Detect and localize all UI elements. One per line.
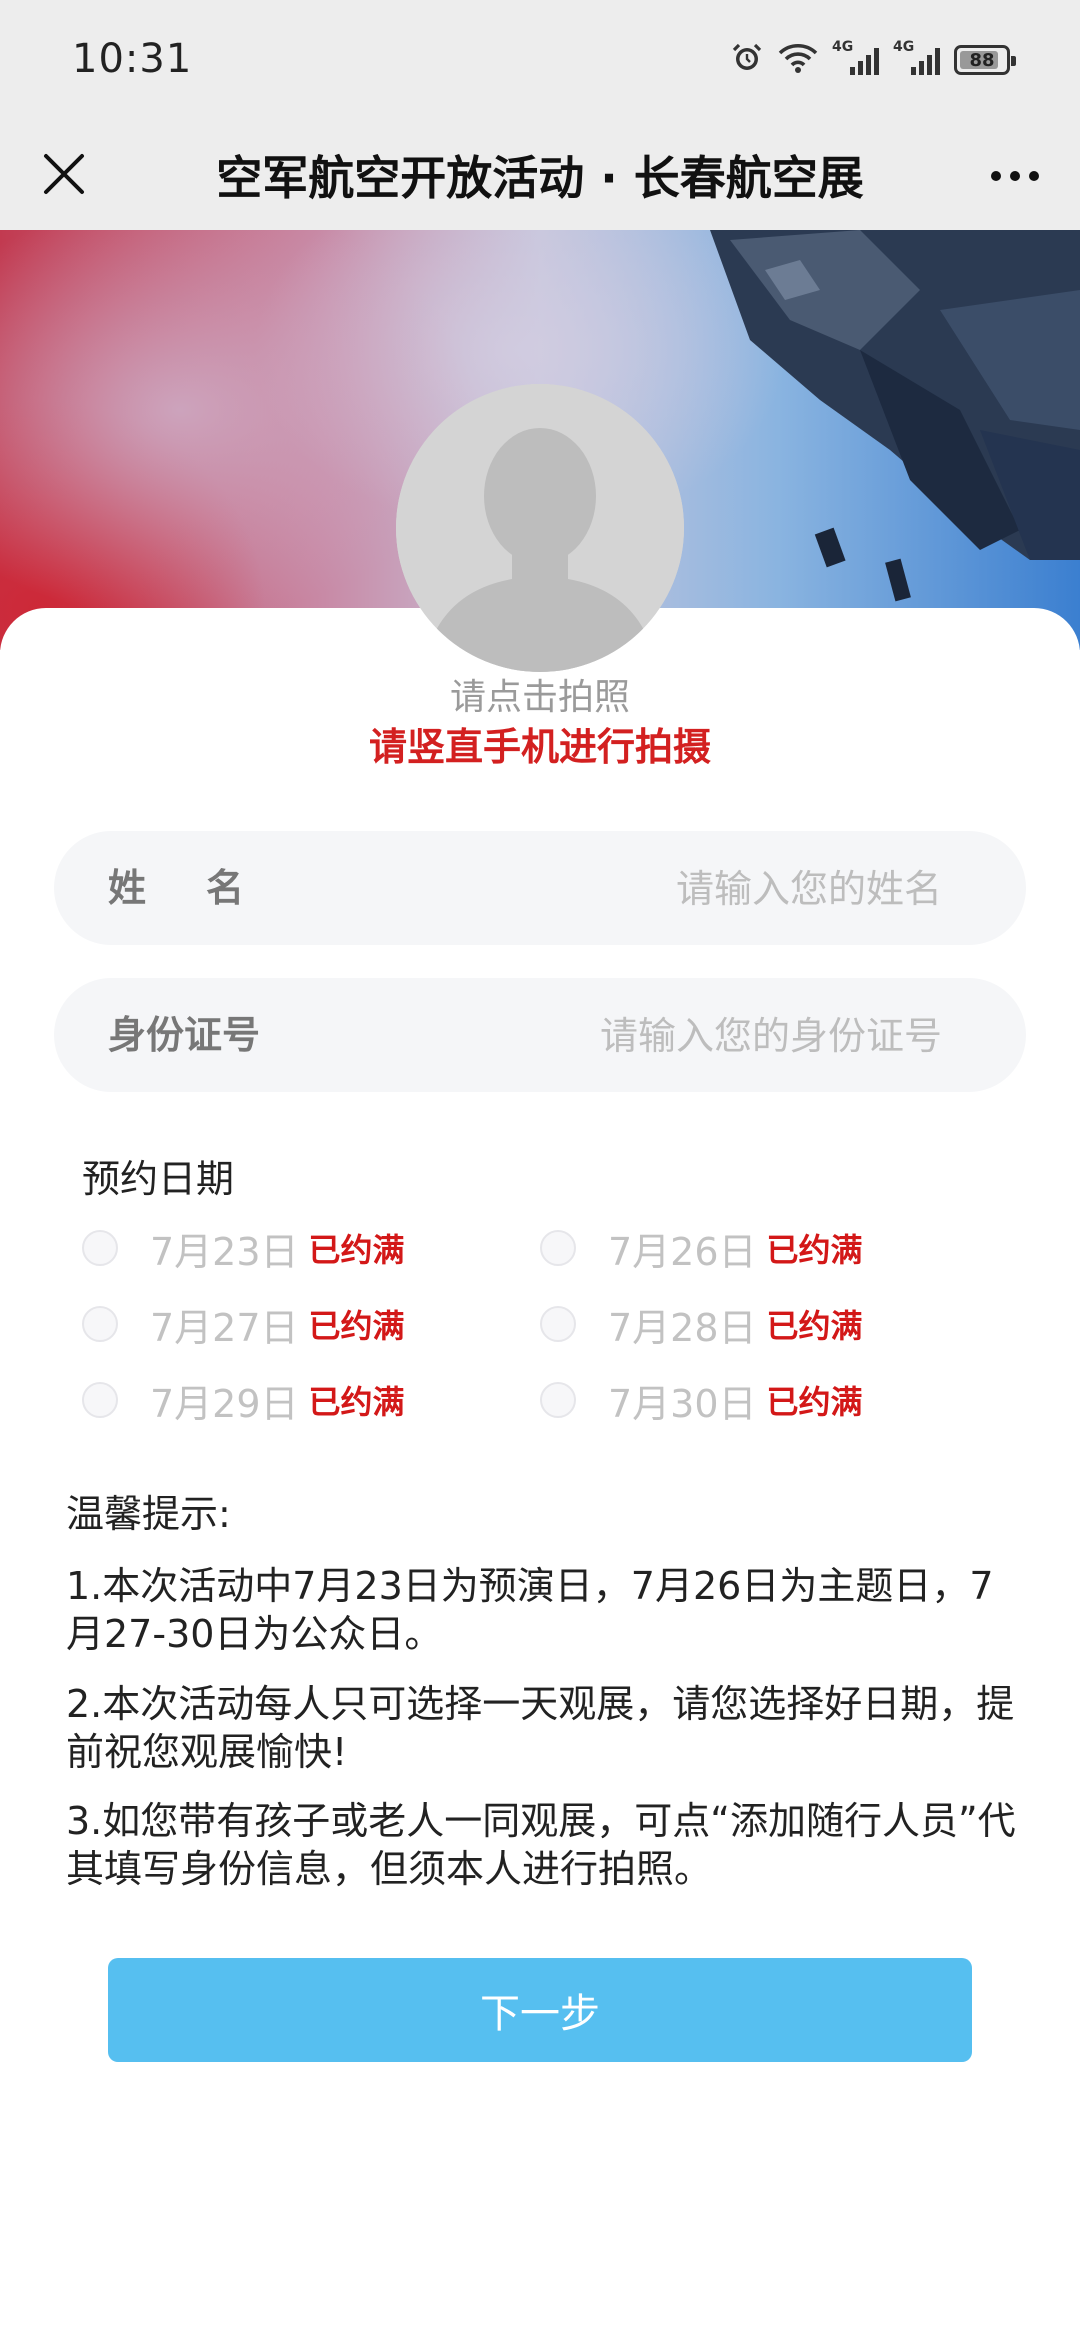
date-option[interactable]: 7月29日 已约满 xyxy=(82,1370,405,1430)
status-bar: 10:31 4G 4G 88 xyxy=(0,0,1080,120)
date-option[interactable]: 7月26日 已约满 xyxy=(540,1218,863,1278)
date-option[interactable]: 7月28日 已约满 xyxy=(540,1294,863,1354)
tip-item: 2.本次活动每人只可选择一天观展，请您选择好日期，提前祝您观展愉快! xyxy=(66,1682,1015,1774)
photo-avatar-button[interactable] xyxy=(396,384,684,672)
next-step-button[interactable]: 下一步 xyxy=(108,1958,972,2062)
date-label: 7月29日 xyxy=(150,1381,299,1426)
name-input[interactable] xyxy=(420,853,944,925)
full-badge: 已约满 xyxy=(308,1383,405,1421)
photo-warning: 请竖直手机进行拍摄 xyxy=(368,725,711,769)
tip-item: 3.如您带有孩子或老人一同观展，可点“添加随行人员”代其填写身份信息，但须本人进… xyxy=(66,1799,1016,1891)
radio-button[interactable] xyxy=(82,1306,118,1342)
more-icon[interactable] xyxy=(980,148,1050,204)
full-badge: 已约满 xyxy=(766,1383,863,1421)
id-field[interactable]: 身份证号 xyxy=(54,978,1026,1092)
full-badge: 已约满 xyxy=(308,1307,405,1345)
tip-item: 1.本次活动中7月23日为预演日，7月26日为主题日，7月27-30日为公众日。 xyxy=(66,1564,994,1656)
battery-icon: 88 xyxy=(954,45,1016,75)
radio-button[interactable] xyxy=(540,1230,576,1266)
photo-hint[interactable]: 请点击拍照 xyxy=(0,668,1080,720)
status-time: 10:31 xyxy=(72,36,193,82)
name-label: 姓名 xyxy=(108,866,305,910)
page-title: 空军航空开放活动 · 长春航空展 xyxy=(216,151,864,205)
date-section-title: 预约日期 xyxy=(82,1157,235,1201)
signal-icon: 4G xyxy=(893,39,940,75)
id-label: 身份证号 xyxy=(108,1013,261,1057)
radio-button[interactable] xyxy=(540,1306,576,1342)
date-option[interactable]: 7月27日 已约满 xyxy=(82,1294,405,1354)
date-option[interactable]: 7月23日 已约满 xyxy=(82,1218,405,1278)
battery-level: 88 xyxy=(969,49,995,71)
tips-title: 温馨提示: xyxy=(66,1492,231,1536)
radio-button[interactable] xyxy=(82,1382,118,1418)
wifi-icon xyxy=(778,42,818,78)
nav-bar: 空军航空开放活动 · 长春航空展 xyxy=(0,120,1080,230)
radio-button[interactable] xyxy=(540,1382,576,1418)
close-icon[interactable] xyxy=(34,144,94,204)
radio-button[interactable] xyxy=(82,1230,118,1266)
date-option[interactable]: 7月30日 已约满 xyxy=(540,1370,863,1430)
alarm-icon xyxy=(730,41,764,79)
date-label: 7月28日 xyxy=(608,1305,757,1350)
date-label: 7月30日 xyxy=(608,1381,757,1426)
full-badge: 已约满 xyxy=(766,1307,863,1345)
date-label: 7月23日 xyxy=(150,1229,299,1274)
signal-icon: 4G xyxy=(832,39,879,75)
user-silhouette-icon xyxy=(396,384,684,672)
full-badge: 已约满 xyxy=(766,1231,863,1269)
date-label: 7月26日 xyxy=(608,1229,757,1274)
id-input[interactable] xyxy=(420,1000,944,1072)
name-field[interactable]: 姓名 xyxy=(54,831,1026,945)
date-label: 7月27日 xyxy=(150,1305,299,1350)
full-badge: 已约满 xyxy=(308,1231,405,1269)
status-icons: 4G 4G 88 xyxy=(730,39,1016,80)
